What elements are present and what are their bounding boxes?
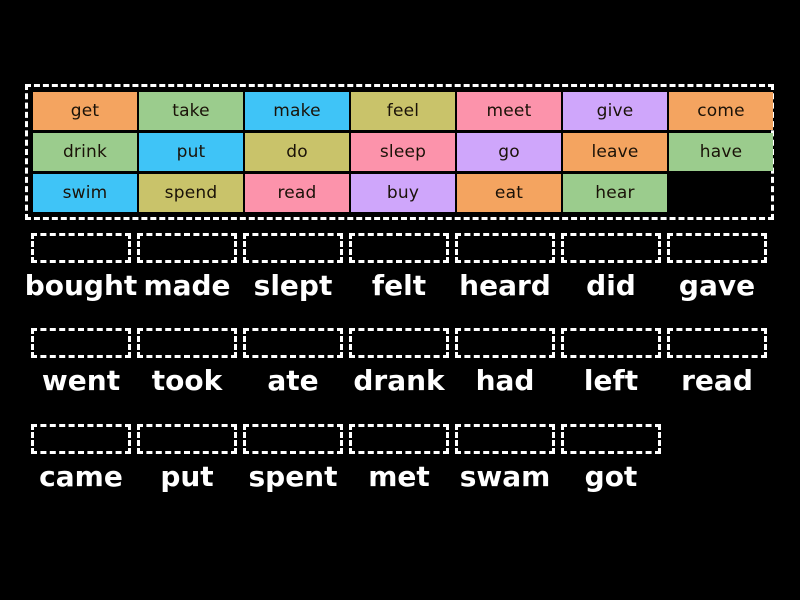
answer-cell: gave xyxy=(664,233,770,303)
draggable-tile[interactable]: feel xyxy=(351,92,455,130)
answer-cell: came xyxy=(28,424,134,494)
answer-label: did xyxy=(586,269,636,302)
tile-bank-container: get take make feel meet give come drink put do sle… xyxy=(25,84,774,220)
dropzone[interactable] xyxy=(455,233,555,263)
dropzone[interactable] xyxy=(349,328,449,358)
draggable-tile[interactable]: leave xyxy=(563,133,667,171)
draggable-tile[interactable]: do xyxy=(245,133,349,171)
answer-cell: heard xyxy=(452,233,558,303)
draggable-tile[interactable]: swim xyxy=(33,174,137,212)
dropzone[interactable] xyxy=(561,233,661,263)
draggable-tile[interactable]: drink xyxy=(33,133,137,171)
draggable-tile[interactable]: give xyxy=(563,92,667,130)
dropzone[interactable] xyxy=(455,424,555,454)
answer-label: heard xyxy=(459,269,551,302)
answer-label: gave xyxy=(678,269,756,302)
dropzone[interactable] xyxy=(243,233,343,263)
answer-cell: made xyxy=(134,233,240,303)
answer-cell: slept xyxy=(240,233,346,303)
tile-slot-empty xyxy=(669,174,773,212)
matching-game-board: get take make feel meet give come drink put do sle… xyxy=(0,0,800,600)
answer-cell: drank xyxy=(346,328,452,398)
answer-label: slept xyxy=(253,269,333,302)
draggable-tile[interactable]: make xyxy=(245,92,349,130)
answer-label: felt xyxy=(371,269,427,302)
answer-cell: put xyxy=(134,424,240,494)
answer-cell: took xyxy=(134,328,240,398)
draggable-tile[interactable]: spend xyxy=(139,174,243,212)
answer-row-1: bought made slept felt heard did gave xyxy=(25,233,770,303)
dropzone[interactable] xyxy=(349,233,449,263)
answer-label: read xyxy=(681,364,753,397)
draggable-tile[interactable]: buy xyxy=(351,174,455,212)
answer-label: had xyxy=(475,364,535,397)
dropzone[interactable] xyxy=(243,424,343,454)
answer-cell: met xyxy=(346,424,452,494)
draggable-tile[interactable]: go xyxy=(457,133,561,171)
dropzone[interactable] xyxy=(667,233,767,263)
draggable-tile[interactable]: take xyxy=(139,92,243,130)
dropzone[interactable] xyxy=(561,328,661,358)
answer-label: ate xyxy=(267,364,319,397)
answer-cell: swam xyxy=(452,424,558,494)
answer-label: bought xyxy=(24,269,138,302)
dropzone[interactable] xyxy=(31,328,131,358)
answer-cell: read xyxy=(664,328,770,398)
answer-label: met xyxy=(368,460,430,493)
draggable-tile[interactable]: get xyxy=(33,92,137,130)
answer-cell: got xyxy=(558,424,664,494)
dropzone[interactable] xyxy=(137,328,237,358)
draggable-tile[interactable]: meet xyxy=(457,92,561,130)
dropzone[interactable] xyxy=(243,328,343,358)
dropzone[interactable] xyxy=(349,424,449,454)
answer-label: got xyxy=(584,460,638,493)
answer-label: put xyxy=(160,460,214,493)
dropzone[interactable] xyxy=(667,328,767,358)
answer-row-2: went took ate drank had left read xyxy=(28,328,770,398)
answer-cell: had xyxy=(452,328,558,398)
dropzone[interactable] xyxy=(31,233,131,263)
answer-label: drank xyxy=(353,364,445,397)
draggable-tile[interactable]: have xyxy=(669,133,773,171)
answer-label: left xyxy=(583,364,639,397)
dropzone[interactable] xyxy=(137,424,237,454)
answer-label: made xyxy=(143,269,231,302)
answer-label: spent xyxy=(248,460,338,493)
answer-row-3: came put spent met swam got xyxy=(28,424,664,494)
answer-label: went xyxy=(41,364,121,397)
answer-label: came xyxy=(39,460,123,493)
answer-cell: felt xyxy=(346,233,452,303)
answer-cell: went xyxy=(28,328,134,398)
draggable-tile[interactable]: put xyxy=(139,133,243,171)
answer-label: took xyxy=(151,364,223,397)
dropzone[interactable] xyxy=(137,233,237,263)
draggable-tile[interactable]: sleep xyxy=(351,133,455,171)
dropzone[interactable] xyxy=(31,424,131,454)
draggable-tile[interactable]: eat xyxy=(457,174,561,212)
tile-bank-grid: get take make feel meet give come drink put do sle… xyxy=(33,92,773,212)
answer-cell: left xyxy=(558,328,664,398)
answer-cell: bought xyxy=(25,233,137,303)
dropzone[interactable] xyxy=(455,328,555,358)
answer-cell: spent xyxy=(240,424,346,494)
draggable-tile[interactable]: come xyxy=(669,92,773,130)
dropzone[interactable] xyxy=(561,424,661,454)
answer-cell: did xyxy=(558,233,664,303)
draggable-tile[interactable]: hear xyxy=(563,174,667,212)
draggable-tile[interactable]: read xyxy=(245,174,349,212)
answer-label: swam xyxy=(459,460,551,493)
answer-cell: ate xyxy=(240,328,346,398)
